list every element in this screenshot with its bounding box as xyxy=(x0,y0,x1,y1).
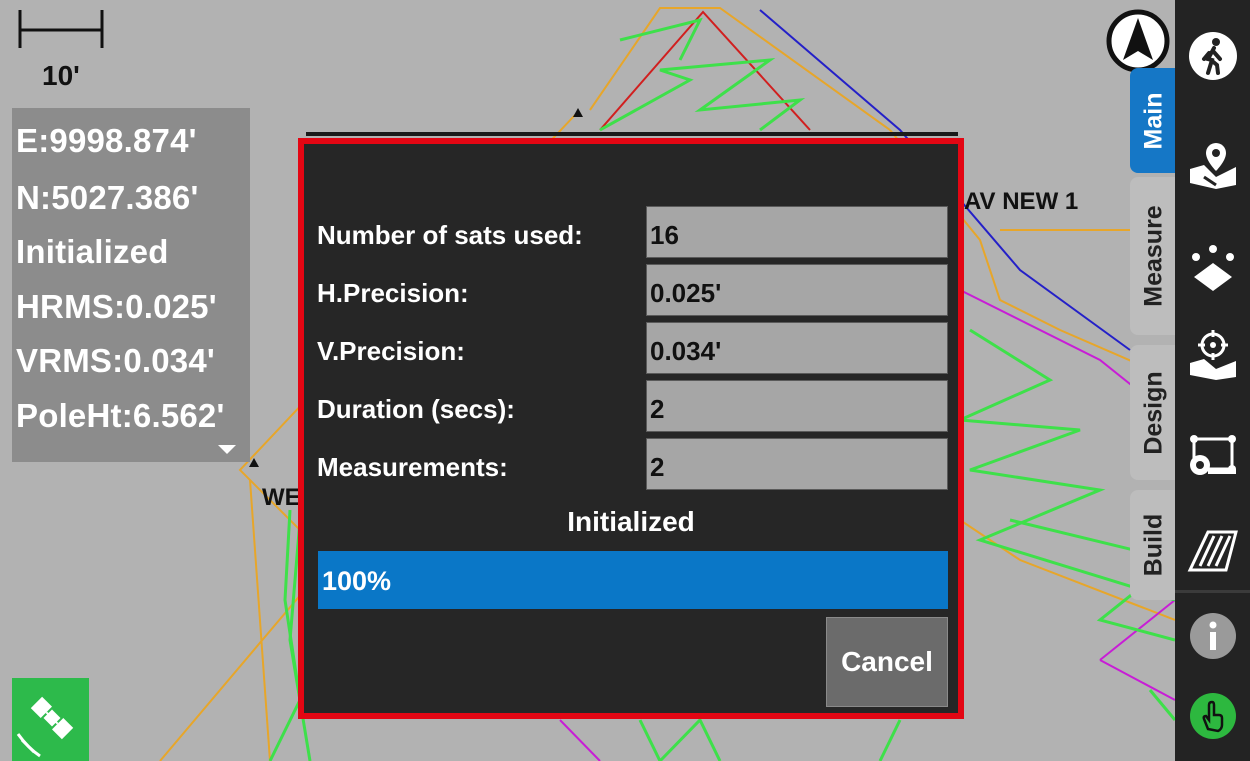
tab-label: Measure xyxy=(1139,205,1168,307)
tab-measure[interactable]: Measure xyxy=(1130,177,1178,335)
progress-text: 100% xyxy=(322,566,392,596)
duration-value: 2 xyxy=(646,380,948,432)
right-toolbar xyxy=(1175,0,1250,761)
sats-used-value: 16 xyxy=(646,206,948,258)
position-status-panel[interactable]: E:9998.874' N:5027.386' Initialized HRMS… xyxy=(12,108,250,462)
tab-label: Build xyxy=(1139,513,1168,577)
h-precision-value: 0.025' xyxy=(646,264,948,316)
hrms-value: HRMS:0.025' xyxy=(16,288,217,325)
measurements-label: Measurements: xyxy=(317,452,508,482)
h-precision-label: H.Precision: xyxy=(317,278,469,308)
northing-value: N:5027.386' xyxy=(16,179,199,216)
north-arrow-icon xyxy=(1106,9,1170,73)
progress-bar: 100% xyxy=(318,551,948,609)
gps-status-button[interactable] xyxy=(12,678,89,761)
tab-build[interactable]: Build xyxy=(1130,490,1178,600)
tab-label: Design xyxy=(1139,370,1168,455)
pole-height-value: PoleHt:6.562' xyxy=(16,397,225,434)
info-icon[interactable] xyxy=(1175,600,1250,672)
cancel-button[interactable]: Cancel xyxy=(826,617,948,707)
measurement-status: Initialized xyxy=(567,506,695,537)
v-precision-value: 0.034' xyxy=(646,322,948,374)
compass-button[interactable] xyxy=(1105,8,1171,74)
v-precision-label: V.Precision: xyxy=(317,336,465,366)
tab-design[interactable]: Design xyxy=(1130,345,1178,480)
duration-label: Duration (secs): xyxy=(317,394,515,424)
scale-label: 10' xyxy=(42,60,80,91)
satellite-icon xyxy=(16,696,74,758)
walking-person-icon[interactable] xyxy=(1175,20,1250,92)
stakeout-points-icon[interactable] xyxy=(1175,232,1250,304)
tab-main[interactable]: Main xyxy=(1130,68,1178,173)
vrms-value: VRMS:0.034' xyxy=(16,342,215,379)
point-label: WE xyxy=(262,484,301,511)
target-map-icon[interactable] xyxy=(1175,318,1250,390)
road-icon[interactable] xyxy=(1175,515,1250,587)
tab-label: Main xyxy=(1139,92,1168,149)
map-pin-icon[interactable] xyxy=(1175,128,1250,200)
chevron-down-icon[interactable] xyxy=(218,445,236,455)
scale-bar xyxy=(18,10,104,48)
easting-value: E:9998.874' xyxy=(16,122,197,159)
measurement-dialog: Number of sats used: 16 H.Precision: 0.0… xyxy=(298,138,964,719)
screen: 10' AV NEW 1 WE E:9998.874' N:5027.386' … xyxy=(0,0,1250,761)
point-label: AV NEW 1 xyxy=(964,188,1079,215)
touch-hand-icon[interactable] xyxy=(1175,680,1250,752)
dialog-shadow xyxy=(306,132,958,136)
measure-tape-icon[interactable] xyxy=(1175,420,1250,492)
toolbar-divider xyxy=(1175,590,1250,593)
fix-status: Initialized xyxy=(16,233,169,270)
sats-used-label: Number of sats used: xyxy=(317,220,583,250)
point-marker xyxy=(573,108,583,117)
progress-fill xyxy=(318,551,948,609)
measurements-value: 2 xyxy=(646,438,948,490)
